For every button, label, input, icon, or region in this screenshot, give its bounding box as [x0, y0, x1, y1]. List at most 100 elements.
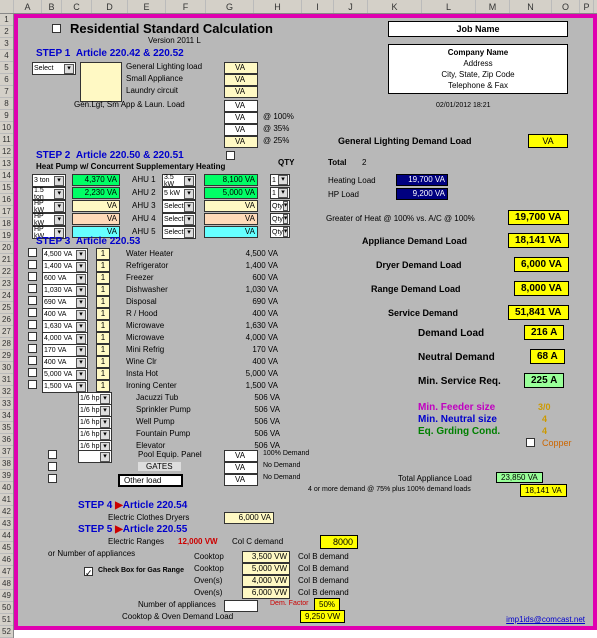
- step1-item-2: Small Appliance: [126, 74, 183, 83]
- appl-cb[interactable]: [28, 320, 37, 329]
- step4-heading: STEP 4 ▶Article 220.54: [78, 500, 187, 511]
- other-note: No Demand: [263, 474, 300, 481]
- appl-val: 400 VA: [228, 309, 278, 318]
- va-box[interactable]: VA: [224, 74, 258, 86]
- hp-select[interactable]: HP kW▾: [32, 213, 66, 226]
- kw-select[interactable]: 5 kW▾: [162, 187, 196, 200]
- step4-item: Electric Clothes Dryers: [108, 513, 189, 522]
- kw-select[interactable]: 3.5 kW▾: [162, 174, 196, 187]
- gates-cb[interactable]: [48, 462, 57, 471]
- kw-select[interactable]: Select▾: [162, 226, 196, 239]
- appl-cb[interactable]: [28, 380, 37, 389]
- appl-cb[interactable]: [28, 356, 37, 365]
- appl-cb[interactable]: [28, 332, 37, 341]
- appl-qty: 1: [96, 284, 110, 296]
- appl-cb[interactable]: [28, 284, 37, 293]
- ahu-label: AHU 1: [132, 175, 156, 184]
- tot-appl-v: 23,850 VA: [496, 472, 543, 483]
- ahu-va: 5,000 VA: [204, 187, 258, 199]
- step1-select[interactable]: Select▾: [32, 62, 76, 75]
- appl-cb[interactable]: [28, 272, 37, 281]
- appl-demand-l: Appliance Demand Load: [362, 236, 467, 246]
- appl-cb[interactable]: [28, 296, 37, 305]
- service-demand-v: 51,841 VA: [508, 305, 569, 320]
- appl-name: Dishwasher: [126, 285, 168, 294]
- pool-label: Pool Equip. Panel: [138, 450, 202, 459]
- hp-va: VA: [72, 213, 120, 225]
- copper-cb[interactable]: [526, 438, 535, 447]
- hp-select[interactable]: 3 ton▾: [32, 174, 66, 187]
- qty-select[interactable]: Qty▾: [270, 213, 290, 225]
- appl-cb[interactable]: [28, 260, 37, 269]
- dem-factor-l: Dem. Factor: [270, 600, 309, 607]
- other-cb[interactable]: [48, 474, 57, 483]
- kw-select[interactable]: Select▾: [162, 213, 196, 226]
- email-link[interactable]: imp1ids@comcast.net: [506, 615, 585, 624]
- copper-label: Copper: [542, 438, 572, 448]
- gas-cb[interactable]: ✓: [84, 567, 93, 576]
- step1-item-3: Laundry circuit: [126, 86, 178, 95]
- other-va[interactable]: VA: [224, 474, 258, 486]
- cook-v[interactable]: 4,000 VW: [242, 575, 290, 587]
- pool-va[interactable]: VA: [224, 450, 258, 462]
- appl-qty: 1: [96, 344, 110, 356]
- hp-select[interactable]: 1.5 ton▾: [32, 187, 66, 200]
- gl-demand-value: VA: [528, 134, 568, 148]
- va-box[interactable]: VA: [224, 86, 258, 98]
- appl-name: Disposal: [126, 297, 157, 306]
- qty-select[interactable]: 1▾: [270, 187, 290, 199]
- cook-v[interactable]: 3,500 VW: [242, 551, 290, 563]
- title-checkbox[interactable]: [52, 24, 61, 33]
- va-box[interactable]: VA: [224, 62, 258, 74]
- cook-v[interactable]: 5,000 VW: [242, 563, 290, 575]
- appl-name: Insta Hot: [126, 369, 158, 378]
- or-appl: or Number of appliances: [48, 549, 135, 558]
- cook-oven-l: Cooktop & Oven Demand Load: [122, 612, 233, 621]
- appl-val: 690 VA: [228, 297, 278, 306]
- step4-v[interactable]: 6,000 VA: [224, 512, 274, 524]
- qty-select[interactable]: 1▾: [270, 174, 290, 186]
- qty-select[interactable]: Qty▾: [270, 226, 290, 238]
- appl-demand-v: 18,141 VA: [508, 233, 569, 248]
- step1-yellow-block: [80, 62, 122, 102]
- gl-demand-label: General Lighting Demand Load: [338, 136, 472, 146]
- qty-select[interactable]: Qty▾: [270, 200, 290, 212]
- ahu-label: AHU 5: [132, 227, 156, 236]
- pool-cb[interactable]: [48, 450, 57, 459]
- appl-val: 5,000 VA: [228, 369, 278, 378]
- hp-load-v: 9,200 VA: [396, 188, 448, 200]
- motor-name: Elevator: [136, 441, 165, 450]
- company-box: Company NameAddressCity, State, Zip Code…: [388, 44, 568, 94]
- range-demand-l: Range Demand Load: [371, 284, 461, 294]
- num-appl-v[interactable]: [224, 600, 258, 612]
- other-label[interactable]: Other load: [118, 474, 183, 487]
- appl-cb[interactable]: [28, 248, 37, 257]
- appl-val: 4,000 VA: [228, 333, 278, 342]
- gates-va[interactable]: VA: [224, 462, 258, 474]
- step2-cb[interactable]: [226, 151, 235, 160]
- step3-heading: STEP 3 Article 220.53: [36, 236, 140, 247]
- column-headers: AB CD EF GH IJ KL MN OP: [0, 0, 597, 14]
- ahu-label: AHU 4: [132, 214, 156, 223]
- appl-cb[interactable]: [28, 344, 37, 353]
- cook-v[interactable]: 6,000 VW: [242, 587, 290, 599]
- appl-val: 400 VA: [228, 357, 278, 366]
- service-demand-l: Service Demand: [388, 308, 458, 318]
- motor-val: 506 VA: [240, 429, 280, 438]
- chevron-down-icon[interactable]: ▾: [64, 64, 74, 74]
- appl-cb[interactable]: [28, 368, 37, 377]
- kw-select[interactable]: Select▾: [162, 200, 196, 213]
- appl-qty: 1: [96, 368, 110, 380]
- hp-select[interactable]: HP kW▾: [32, 200, 66, 213]
- sheet-canvas[interactable]: Residential Standard Calculation Version…: [14, 14, 597, 630]
- appl-name: Refrigerator: [126, 261, 168, 270]
- appl-cb[interactable]: [28, 308, 37, 317]
- cook-name: Oven(s): [194, 588, 222, 597]
- job-name-box[interactable]: Job Name: [388, 21, 568, 37]
- appl-qty: 1: [96, 332, 110, 344]
- pool-select[interactable]: ▾: [78, 450, 112, 463]
- appl-name: Microwave: [126, 321, 164, 330]
- gas-label: Check Box for Gas Range: [98, 567, 184, 574]
- gates-note: No Demand: [263, 462, 300, 469]
- total-n: 2: [362, 158, 366, 167]
